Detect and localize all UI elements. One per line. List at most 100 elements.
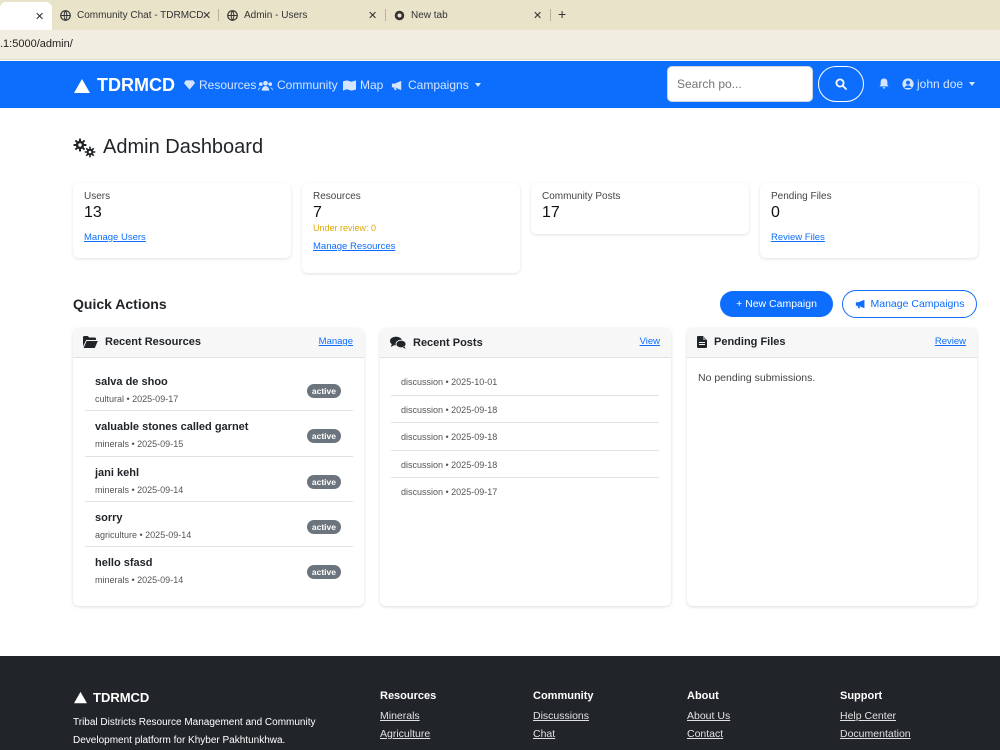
stat-label: Community Posts <box>542 191 621 202</box>
resource-name: valuable stones called garnet <box>95 421 249 434</box>
button-label: Manage Campaigns <box>870 298 965 310</box>
stat-label: Resources <box>313 191 361 202</box>
footer-column-resources: Resources Minerals Agriculture <box>380 690 436 746</box>
panel-header: Recent Posts View <box>380 328 671 358</box>
footer: TDRMCD Tribal Districts Resource Managem… <box>0 656 1000 750</box>
resource-name: salva de shoo <box>95 376 168 388</box>
list-item[interactable]: salva de shoo cultural • 2025-09-17 acti… <box>85 366 353 412</box>
resource-meta: minerals • 2025-09-14 <box>95 575 184 586</box>
footer-column-support: Support Help Center Documentation <box>840 690 911 746</box>
new-tab-button[interactable]: + <box>558 6 566 22</box>
close-tab-icon[interactable]: ✕ <box>533 9 542 22</box>
recent-resources-panel: Recent Resources Manage salva de shoo cu… <box>73 328 364 606</box>
footer-link[interactable]: Agriculture <box>380 728 436 742</box>
stat-card-community-posts: Community Posts 17 <box>531 183 749 234</box>
address-url[interactable]: .1:5000/admin/ <box>0 38 73 50</box>
new-campaign-button[interactable]: + New Campaign <box>720 291 833 317</box>
footer-column-community: Community Discussions Chat <box>533 690 594 746</box>
nav-link-label: Resources <box>199 78 257 92</box>
gem-icon <box>184 80 195 90</box>
status-badge: active <box>306 519 341 534</box>
users-icon <box>258 80 273 91</box>
browser-tab-community-chat[interactable]: Community Chat - TDRMCD ✕ <box>60 4 220 26</box>
list-item[interactable]: sorry agriculture • 2025-09-14 active <box>85 502 353 548</box>
list-item[interactable]: hello sfasd minerals • 2025-09-14 active <box>85 547 353 592</box>
nav-link-community[interactable]: Community <box>258 78 338 92</box>
close-tab-icon[interactable]: ✕ <box>368 9 377 22</box>
list-item[interactable]: discussion • 2025-10-01 <box>391 368 659 396</box>
brand-name: TDRMCD <box>97 75 175 95</box>
status-badge: active <box>306 429 341 444</box>
search-input[interactable] <box>667 66 813 102</box>
manage-resources-link[interactable]: Manage Resources <box>313 241 395 252</box>
footer-brand: TDRMCD <box>73 690 149 705</box>
page-title-text: Admin Dashboard <box>103 136 264 158</box>
footer-link[interactable]: Discussions <box>533 710 594 724</box>
under-review-text: Under review: 0 <box>313 223 377 233</box>
footer-link[interactable]: About Us <box>687 710 730 724</box>
resource-name: jani kehl <box>95 466 140 479</box>
list-item[interactable]: jani kehl minerals • 2025-09-14 active <box>85 457 353 502</box>
user-menu[interactable]: john doe <box>902 77 976 91</box>
button-label: + New Campaign <box>736 298 817 310</box>
footer-link[interactable]: Help Center <box>840 710 911 724</box>
stat-value: 0 <box>771 204 780 221</box>
search-button[interactable] <box>818 66 864 102</box>
footer-column-title: Support <box>840 690 883 702</box>
file-icon <box>697 336 707 348</box>
close-tab-icon[interactable]: ✕ <box>35 10 44 23</box>
list-item[interactable]: valuable stones called garnet minerals •… <box>85 411 353 457</box>
resource-name: hello sfasd <box>95 557 153 570</box>
manage-campaigns-button[interactable]: Manage Campaigns <box>842 290 977 318</box>
comments-icon <box>390 336 406 349</box>
nav-link-label: Community <box>277 78 338 92</box>
resource-meta: minerals • 2025-09-15 <box>95 439 184 450</box>
manage-users-link[interactable]: Manage Users <box>84 232 146 243</box>
stat-card-resources: Resources 7 Under review: 0 Manage Resou… <box>302 183 520 273</box>
footer-column-title: Resources <box>380 690 437 702</box>
footer-link[interactable]: Chat <box>533 728 594 742</box>
manage-resources-panel-link[interactable]: Manage <box>319 336 353 347</box>
map-icon <box>343 79 356 91</box>
chevron-down-icon <box>474 83 481 87</box>
footer-brand-name: TDRMCD <box>93 690 150 705</box>
list-item[interactable]: discussion • 2025-09-17 <box>391 478 659 506</box>
bullhorn-icon <box>391 80 402 90</box>
brand-logo[interactable]: TDRMCD <box>73 75 175 96</box>
list-item[interactable]: discussion • 2025-09-18 <box>391 396 659 423</box>
review-files-link[interactable]: Review Files <box>771 232 825 243</box>
tab-separator <box>550 9 551 21</box>
pending-files-panel: Pending Files Review No pending submissi… <box>687 328 977 606</box>
stat-value: 13 <box>84 204 102 221</box>
status-badge: active <box>306 384 341 398</box>
mountain-icon <box>74 691 87 704</box>
nav-link-map[interactable]: Map <box>343 78 383 92</box>
footer-link[interactable]: Minerals <box>380 710 436 724</box>
browser-tab-admin-users[interactable]: Admin - Users ✕ <box>227 4 387 26</box>
cogs-icon <box>73 138 96 157</box>
footer-link[interactable]: Documentation <box>840 728 911 742</box>
view-posts-link[interactable]: View <box>640 336 660 347</box>
list-item[interactable]: discussion • 2025-09-18 <box>391 451 659 478</box>
address-bar[interactable]: .1:5000/admin/ <box>0 30 1000 60</box>
bell-icon[interactable] <box>879 78 889 89</box>
nav-link-campaigns[interactable]: Campaigns <box>391 78 481 92</box>
review-files-panel-link[interactable]: Review <box>935 336 966 347</box>
stat-value: 17 <box>542 204 560 221</box>
browser-tab-new-tab[interactable]: New tab ✕ <box>394 4 554 26</box>
browser-tab-active[interactable]: ✕ <box>0 2 52 30</box>
nav-link-resources[interactable]: Resources <box>184 78 256 92</box>
mountain-icon <box>74 78 90 93</box>
nav-link-label: Map <box>360 78 384 92</box>
panel-title: Recent Resources <box>83 336 201 348</box>
page-title: Admin Dashboard <box>73 136 263 159</box>
chevron-down-icon <box>969 82 976 86</box>
list-item[interactable]: discussion • 2025-09-18 <box>391 423 659 451</box>
empty-state-text: No pending submissions. <box>698 372 816 384</box>
close-tab-icon[interactable]: ✕ <box>202 9 211 22</box>
footer-link[interactable]: Contact <box>687 728 730 742</box>
stat-card-pending-files: Pending Files 0 Review Files <box>760 183 978 258</box>
quick-actions-heading: Quick Actions <box>73 296 167 312</box>
globe-icon <box>227 9 238 21</box>
tab-label: Community Chat - TDRMCD <box>77 9 204 21</box>
